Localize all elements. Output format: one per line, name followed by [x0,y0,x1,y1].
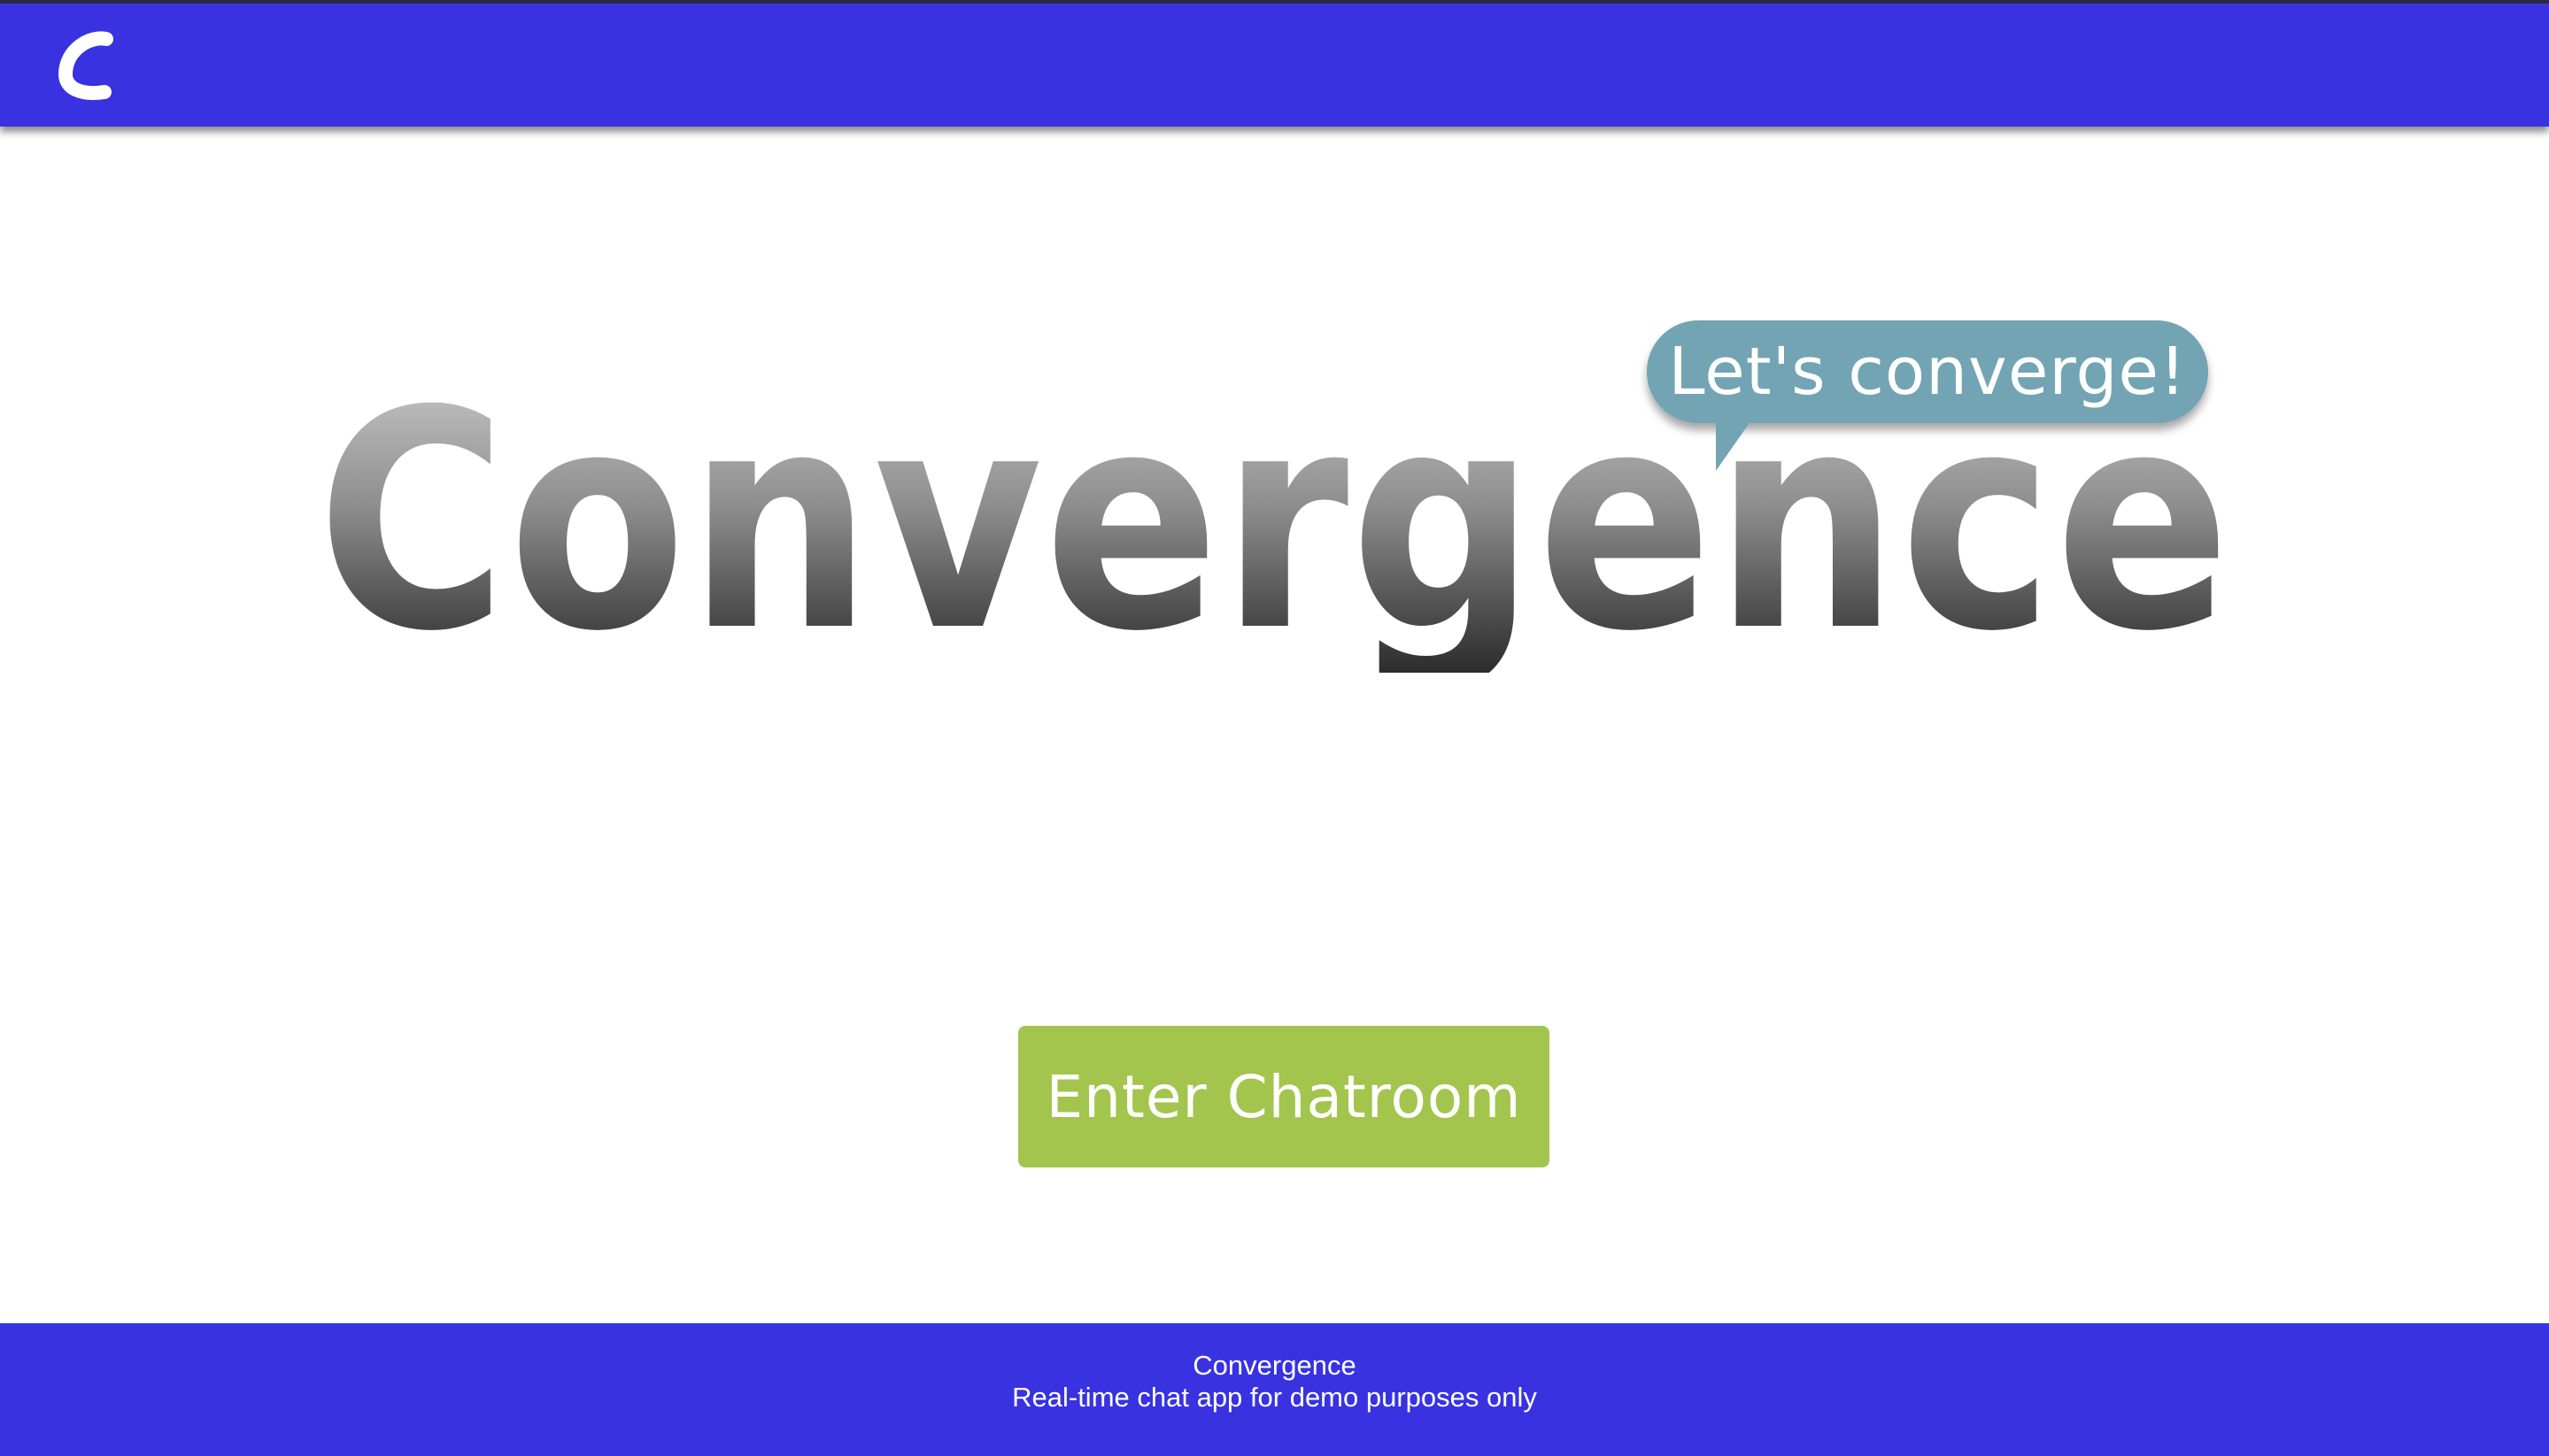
speech-bubble-text: Let's converge! [1668,334,2187,410]
footer-subtitle: Real-time chat app for demo purposes onl… [1012,1382,1537,1413]
footer: Convergence Real-time chat app for demo … [0,1323,2549,1456]
speech-bubble: Let's converge! [1647,320,2208,471]
top-navbar [0,0,2549,127]
page: Convergence Let's converge! Enter Chatro… [0,0,2549,1456]
enter-chatroom-button[interactable]: Enter Chatroom [1018,1026,1549,1167]
footer-title: Convergence [1193,1350,1356,1381]
speech-bubble-tail [1716,418,1753,471]
c-logo-icon[interactable] [55,30,119,104]
